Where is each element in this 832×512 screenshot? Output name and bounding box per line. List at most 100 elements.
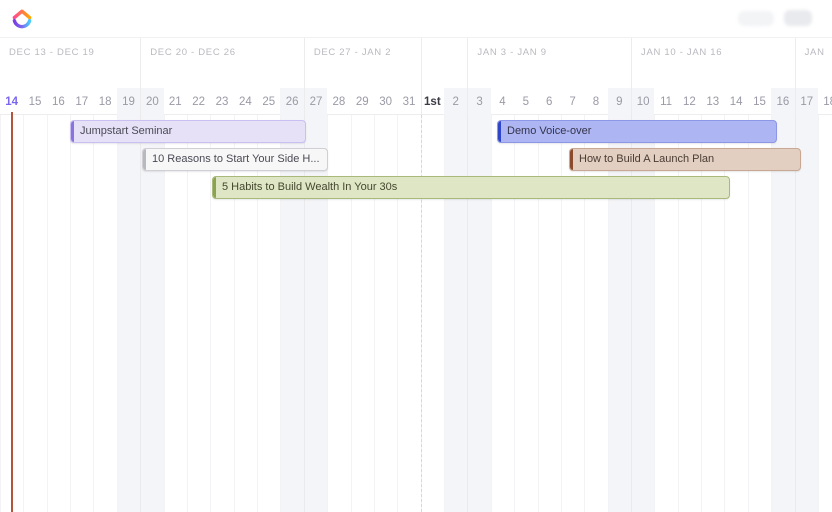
day-column (70, 115, 93, 512)
day-column (397, 115, 420, 512)
gantt-task-bar[interactable]: 5 Habits to Build Wealth In Your 30s (212, 176, 730, 199)
day-header-cell[interactable]: 15 (23, 88, 46, 115)
week-range-label: JAN 10 - JAN 16 (641, 47, 723, 58)
day-header-cell[interactable]: 9 (607, 88, 631, 115)
day-column (607, 115, 631, 512)
day-column (490, 115, 514, 512)
day-header-cell[interactable]: 1st (421, 88, 444, 115)
app-logo[interactable] (10, 7, 34, 31)
day-header-cell[interactable]: 12 (678, 88, 701, 115)
day-header-cell[interactable]: 22 (187, 88, 210, 115)
day-header-row: 14 15 16 17 18 19 20 21 22 23 24 25 26 27 28 29 30 31 1st 2… (0, 88, 832, 115)
gantt-timeline-app: DEC 13 - DEC 19 DEC 20 - DEC 26 DEC 27 - J… (0, 0, 832, 512)
day-column (210, 115, 233, 512)
day-header-cell[interactable]: 6 (538, 88, 561, 115)
day-column (186, 115, 210, 512)
task-bar-label: Jumpstart Seminar (80, 126, 173, 137)
task-bar-label: 5 Habits to Build Wealth In Your 30s (222, 182, 398, 193)
week-header-row: DEC 13 - DEC 19 DEC 20 - DEC 26 DEC 27 - J… (0, 38, 832, 88)
day-header-cell[interactable]: 10 (631, 88, 655, 115)
day-header-cell[interactable]: 21 (164, 88, 187, 115)
day-column (444, 115, 468, 512)
day-column (584, 115, 607, 512)
day-column (537, 115, 561, 512)
task-bar-label: Demo Voice-over (507, 126, 592, 137)
day-column (817, 115, 832, 512)
day-header-cell[interactable]: 16 (47, 88, 70, 115)
top-bar (0, 0, 832, 38)
day-column (280, 115, 304, 512)
task-bar-drag-handle[interactable] (213, 177, 216, 198)
week-header-cell: DEC 13 - DEC 19 (0, 38, 164, 88)
day-header-cell[interactable]: 7 (561, 88, 584, 115)
week-header-cell: JAN (794, 38, 832, 88)
day-column (350, 115, 374, 512)
day-header-cell[interactable]: 24 (234, 88, 257, 115)
day-header-cell[interactable]: 29 (351, 88, 374, 115)
day-header-cell[interactable]: 2 (444, 88, 468, 115)
gantt-task-bar[interactable]: Jumpstart Seminar (70, 120, 306, 143)
day-column (46, 115, 70, 512)
day-header-cell[interactable]: 23 (210, 88, 233, 115)
top-bar-actions (738, 10, 812, 26)
day-header-cell[interactable]: 25 (257, 88, 280, 115)
day-header-cell[interactable]: 30 (374, 88, 397, 115)
task-bar-drag-handle[interactable] (498, 121, 501, 142)
day-header-cell[interactable]: 11 (654, 88, 677, 115)
today-marker-tick (10, 112, 13, 117)
day-header-cell[interactable]: 14 (724, 88, 747, 115)
week-range-label: DEC 27 - JAN 2 (313, 47, 392, 58)
day-header-cell[interactable]: 4 (491, 88, 514, 115)
toolbar-placeholder-1[interactable] (738, 10, 774, 26)
timeline-grid[interactable]: Jumpstart Seminar 10 Reasons to Start You… (0, 115, 832, 512)
day-header-cell[interactable]: 19 (116, 88, 141, 115)
week-range-label: DEC 20 - DEC 26 (150, 47, 236, 58)
day-column (677, 115, 701, 512)
task-bar-label: How to Build A Launch Plan (579, 154, 715, 165)
day-header-cell[interactable]: 3 (467, 88, 491, 115)
day-column (93, 115, 116, 512)
task-bar-label: 10 Reasons to Start Your Side H... (152, 154, 320, 165)
week-range-label: JAN 3 - JAN 9 (477, 47, 547, 58)
day-header-cell[interactable]: 13 (701, 88, 724, 115)
day-header-cell[interactable]: 26 (280, 88, 304, 115)
day-header-cell[interactable]: 17 (794, 88, 818, 115)
day-column (771, 115, 795, 512)
day-header-cell[interactable]: 8 (584, 88, 607, 115)
day-header-cell[interactable]: 5 (514, 88, 537, 115)
day-header-cell[interactable]: 15 (748, 88, 771, 115)
today-marker-line (10, 115, 13, 512)
day-header-cell[interactable]: 18 (93, 88, 116, 115)
task-bar-drag-handle[interactable] (570, 149, 573, 170)
gantt-task-bar[interactable]: 10 Reasons to Start Your Side H... (142, 148, 328, 171)
day-header-cell[interactable]: 28 (327, 88, 350, 115)
day-column (654, 115, 677, 512)
day-header-cell[interactable]: 17 (70, 88, 93, 115)
day-header-cell[interactable]: 18 (818, 88, 832, 115)
day-header-cell[interactable]: 20 (140, 88, 164, 115)
gantt-task-bar[interactable]: How to Build A Launch Plan (569, 148, 801, 171)
day-header-cell[interactable]: 14 (0, 88, 23, 115)
day-column (140, 115, 164, 512)
day-column (303, 115, 328, 512)
gantt-task-bar[interactable]: Demo Voice-over (497, 120, 777, 143)
year-boundary-divider (420, 115, 422, 512)
day-column (23, 115, 46, 512)
day-column (116, 115, 141, 512)
day-column (560, 115, 584, 512)
task-bar-drag-handle[interactable] (71, 121, 74, 142)
day-column (420, 115, 444, 512)
day-column (233, 115, 257, 512)
week-range-label: DEC 13 - DEC 19 (9, 47, 95, 58)
week-header-cell: DEC 27 - JAN 2 (303, 38, 468, 88)
task-bar-drag-handle[interactable] (143, 149, 146, 170)
toolbar-placeholder-2[interactable] (784, 10, 812, 26)
day-column (631, 115, 655, 512)
day-column (373, 115, 397, 512)
day-column (724, 115, 747, 512)
week-header-cell: JAN 10 - JAN 16 (631, 38, 795, 88)
day-header-cell[interactable]: 27 (303, 88, 328, 115)
day-header-cell[interactable]: 31 (397, 88, 420, 115)
day-header-cell[interactable]: 16 (771, 88, 795, 115)
day-column (747, 115, 771, 512)
